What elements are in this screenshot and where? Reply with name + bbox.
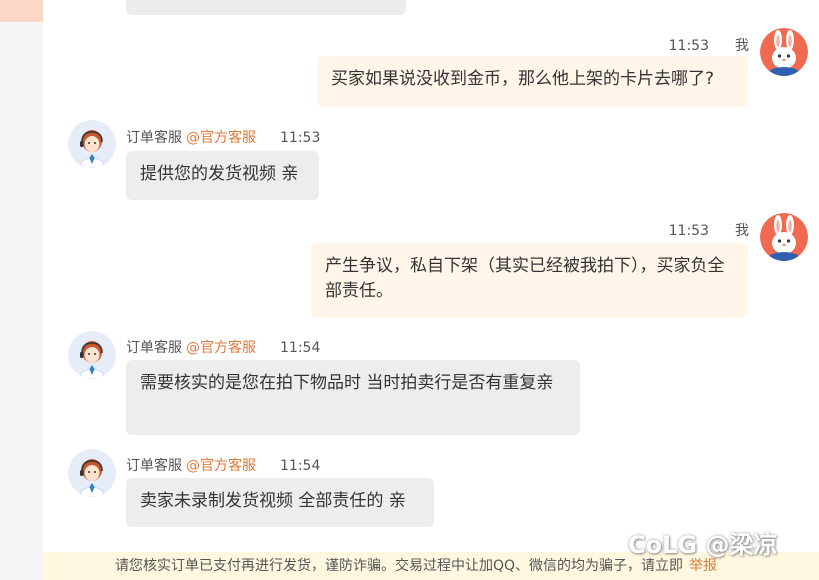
agent-name: 订单客服 [126,458,182,474]
left-panel-tab[interactable] [0,0,43,22]
watermark: CoLG @梁凉 [628,531,778,559]
message-meta: 订单客服 @官方客服 11:54 [126,337,320,357]
customer-service-avatar-icon [68,449,116,497]
message-bubble[interactable]: 提供您的发货视频 亲 [126,151,319,200]
message-time: 11:53 [668,223,709,239]
message-meta: 订单客服 @官方客服 11:54 [126,455,320,475]
message-meta: 11:53 我 [669,35,749,55]
agent-avatar[interactable] [68,331,116,379]
official-service-tag[interactable]: @官方客服 [186,340,256,356]
message-meta: 11:53 我 [669,220,749,240]
message-bubble[interactable]: 买家如果说没收到金币，那么他上架的卡片去哪了? [317,56,748,107]
sender-label-me: 我 [735,223,749,239]
message-bubble[interactable]: 需要核实的是您在拍下物品时 当时拍卖行是否有重复亲 [126,360,580,435]
message-time: 11:53 [668,38,709,54]
official-service-tag[interactable]: @官方客服 [186,130,256,146]
agent-name: 订单客服 [126,340,182,356]
report-link[interactable]: 举报 [689,558,717,574]
customer-service-avatar-icon [68,331,116,379]
fraud-warning-text: 请您核实订单已支付再进行发货，谨防诈骗。交易过程中让加QQ、微信的均为骗子，请立… [115,558,684,574]
message-meta: 订单客服 @官方客服 11:53 [126,127,320,147]
customer-service-avatar-icon [68,120,116,168]
agent-avatar[interactable] [68,449,116,497]
agent-name: 订单客服 [126,130,182,146]
agent-avatar[interactable] [68,120,116,168]
message-bubble[interactable]: 产生争议，私自下架（其实已经被我拍下），买家负全部责任。 [311,243,748,318]
left-panel-strip [0,0,43,580]
previous-message-bubble [126,0,406,15]
rabbit-avatar-icon [760,28,808,76]
message-time: 11:54 [280,458,321,474]
message-time: 11:54 [280,340,321,356]
user-avatar[interactable] [760,28,808,76]
user-avatar[interactable] [760,213,808,261]
message-time: 11:53 [280,130,321,146]
chat-message-list[interactable]: 11:53 我 买家如果说没收到金币，那么他上架的卡片去哪了? 订单客服 @官方… [43,0,819,552]
official-service-tag[interactable]: @官方客服 [186,458,256,474]
sender-label-me: 我 [735,38,749,54]
message-bubble[interactable]: 卖家未录制发货视频 全部责任的 亲 [126,478,434,527]
rabbit-avatar-icon [760,213,808,261]
